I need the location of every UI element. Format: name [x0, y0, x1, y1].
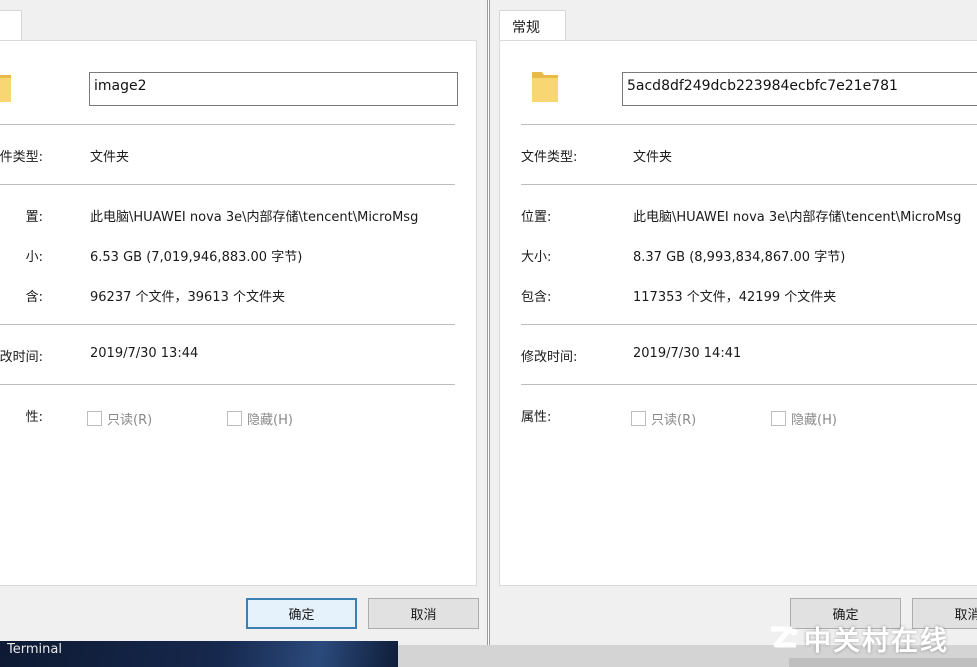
type-value: 文件夹 — [90, 150, 130, 165]
separator — [0, 324, 455, 325]
separator — [0, 124, 455, 125]
folder-name-input[interactable]: 5acd8df249dcb223984ecbfc7e21e781 — [622, 72, 977, 106]
attributes-label: 属性: — [521, 410, 552, 425]
folder-icon — [532, 72, 558, 102]
readonly-label: 只读(R) — [107, 413, 153, 428]
readonly-label: 只读(R) — [651, 413, 697, 428]
size-label: 大小: — [521, 250, 552, 265]
tab-general-left[interactable] — [0, 10, 22, 41]
cancel-button[interactable]: 取消 — [368, 598, 479, 629]
folder-icon — [0, 75, 11, 102]
terminal-taskbar-item[interactable]: Terminal — [0, 641, 398, 667]
hidden-checkbox[interactable]: 隐藏(H) — [771, 409, 837, 428]
watermark: 中关村在线 — [768, 618, 949, 658]
modified-label: 修改时间: — [521, 350, 578, 365]
type-label: 文件类型: — [521, 150, 578, 165]
size-label: 小: — [25, 250, 43, 265]
checkbox-box[interactable] — [771, 411, 786, 426]
window-edge — [789, 658, 977, 667]
checkbox-box[interactable] — [631, 411, 646, 426]
ok-button[interactable]: 确定 — [246, 598, 357, 629]
zol-logo-icon — [771, 626, 798, 648]
type-label: 件类型: — [0, 150, 43, 165]
size-value: 6.53 GB (7,019,946,883.00 字节) — [90, 250, 303, 265]
modified-value: 2019/7/30 14:41 — [633, 346, 742, 361]
readonly-checkbox[interactable]: 只读(R) — [87, 409, 152, 428]
location-label: 置: — [25, 210, 43, 225]
location-value: 此电脑\HUAWEI nova 3e\内部存储\tencent\MicroMsg — [633, 210, 962, 225]
contains-label: 包含: — [521, 290, 552, 305]
location-value: 此电脑\HUAWEI nova 3e\内部存储\tencent\MicroMsg — [90, 210, 419, 225]
separator — [0, 184, 455, 185]
terminal-label: Terminal — [7, 642, 62, 657]
size-value: 8.37 GB (8,993,834,867.00 字节) — [633, 250, 846, 265]
modified-label: 改时间: — [0, 350, 43, 365]
general-panel-right: 5acd8df249dcb223984ecbfc7e21e781 文件类型: 文… — [499, 40, 977, 586]
separator — [0, 384, 455, 385]
type-value: 文件夹 — [633, 150, 673, 165]
hidden-label: 隐藏(H) — [791, 413, 837, 428]
watermark-text: 中关村在线 — [804, 625, 949, 657]
contains-label: 含: — [25, 290, 43, 305]
modified-value: 2019/7/30 13:44 — [90, 346, 199, 361]
hidden-checkbox[interactable]: 隐藏(H) — [227, 409, 293, 428]
separator — [521, 184, 977, 185]
contains-value: 117353 个文件，42199 个文件夹 — [633, 290, 837, 305]
properties-dialog-left: image2 件类型: 文件夹 置: 此电脑\HUAWEI nova 3e\内部… — [0, 0, 488, 645]
attributes-label: 性: — [25, 410, 43, 425]
checkbox-box[interactable] — [227, 411, 242, 426]
separator — [521, 384, 977, 385]
readonly-checkbox[interactable]: 只读(R) — [631, 409, 696, 428]
general-panel-left: image2 件类型: 文件夹 置: 此电脑\HUAWEI nova 3e\内部… — [0, 40, 477, 586]
folder-name-input[interactable]: image2 — [89, 72, 458, 106]
location-label: 位置: — [521, 210, 552, 225]
contains-value: 96237 个文件，39613 个文件夹 — [90, 290, 285, 305]
tab-general[interactable]: 常规 — [499, 10, 566, 41]
checkbox-box[interactable] — [87, 411, 102, 426]
properties-dialog-right: 常规 5acd8df249dcb223984ecbfc7e21e781 文件类型… — [489, 0, 977, 645]
separator — [521, 324, 977, 325]
hidden-label: 隐藏(H) — [247, 413, 293, 428]
separator — [521, 124, 977, 125]
